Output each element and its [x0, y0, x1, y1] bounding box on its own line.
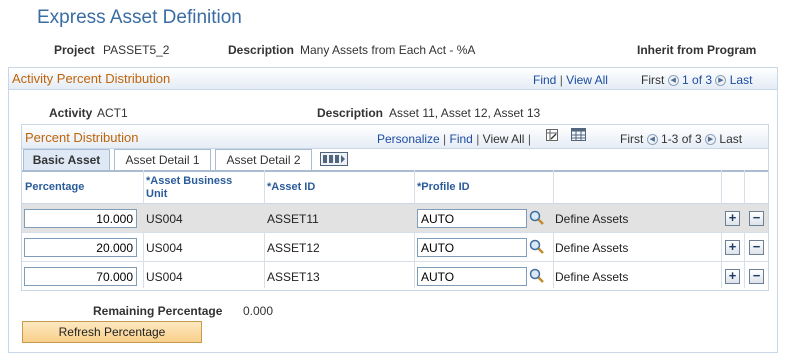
add-row-button[interactable]: +	[725, 211, 740, 226]
activity-description-value: Asset 11, Asset 12, Asset 13	[389, 106, 541, 120]
tab-asset-detail-2[interactable]: Asset Detail 2	[215, 149, 312, 170]
profile-id-input[interactable]	[417, 209, 527, 228]
remaining-percentage-value: 0.000	[243, 304, 274, 318]
asset-id-cell: ASSET12	[267, 241, 320, 255]
distribution-view-all-link[interactable]: View All	[483, 132, 525, 146]
col-header-profile-id[interactable]: *Profile ID	[417, 181, 470, 194]
delete-row-button[interactable]: −	[749, 269, 764, 284]
percent-distribution-title: Percent Distribution	[25, 130, 139, 145]
spreadsheet-icon[interactable]	[571, 128, 586, 141]
chevron-right-icon[interactable]: ▶	[715, 75, 727, 87]
magnifier-icon[interactable]	[529, 268, 545, 284]
distribution-first-label: First	[620, 132, 644, 146]
tab-basic-asset[interactable]: Basic Asset	[23, 149, 110, 170]
activity-description-label: Description	[317, 106, 384, 120]
magnifier-icon[interactable]	[529, 239, 545, 255]
col-header-percentage[interactable]: Percentage	[25, 181, 84, 194]
activity-find-link[interactable]: Find	[533, 73, 556, 87]
grid-header-row	[22, 170, 768, 204]
table-row: US004 ASSET13 Define Assets + −	[22, 262, 768, 291]
refresh-percentage-button[interactable]: Refresh Percentage	[22, 321, 202, 343]
business-unit-cell: US004	[146, 270, 183, 284]
add-row-button[interactable]: +	[725, 240, 740, 255]
grid-icon[interactable]	[546, 129, 558, 141]
percentage-input[interactable]	[24, 209, 137, 228]
define-assets-link[interactable]: Define Assets	[555, 241, 628, 255]
asset-distribution-grid: Percentage *Asset Business Unit *Asset I…	[22, 170, 768, 290]
chevron-left-icon[interactable]: ◀	[646, 134, 658, 146]
description-value: Many Assets from Each Act - %A	[300, 43, 476, 57]
percentage-input[interactable]	[24, 238, 137, 257]
show-all-columns-icon[interactable]	[320, 152, 348, 166]
dist-separator-3: |	[527, 132, 531, 146]
dist-separator-2: |	[476, 132, 480, 146]
distribution-pager: 1-3 of 3	[661, 132, 702, 146]
asset-id-cell: ASSET13	[267, 270, 320, 284]
profile-id-input[interactable]	[417, 267, 527, 286]
business-unit-cell: US004	[146, 241, 183, 255]
activity-view-all-link[interactable]: View All	[566, 73, 608, 87]
add-row-button[interactable]: +	[725, 269, 740, 284]
table-row: US004 ASSET12 Define Assets + −	[22, 233, 768, 262]
activity-label: Activity	[49, 106, 93, 120]
inherit-from-program-label: Inherit from Program	[637, 43, 757, 57]
define-assets-link[interactable]: Define Assets	[555, 212, 628, 226]
business-unit-cell: US004	[146, 212, 183, 226]
delete-row-button[interactable]: −	[749, 211, 764, 226]
profile-id-input[interactable]	[417, 238, 527, 257]
activity-panel-title: Activity Percent Distribution	[12, 71, 171, 86]
activity-pager: 1 of 3	[682, 73, 713, 87]
table-row: US004 ASSET11 Define Assets + −	[22, 204, 768, 233]
chevron-left-icon[interactable]: ◀	[667, 75, 679, 87]
distribution-last-label: Last	[719, 132, 743, 146]
remaining-percentage-label: Remaining Percentage	[93, 304, 223, 318]
personalize-link[interactable]: Personalize	[377, 132, 440, 146]
chevron-right-icon[interactable]: ▶	[705, 134, 717, 146]
tab-asset-detail-1[interactable]: Asset Detail 1	[114, 149, 211, 170]
distribution-find-link[interactable]: Find	[450, 132, 473, 146]
description-label: Description	[228, 43, 295, 57]
project-label: Project	[54, 43, 95, 57]
percentage-input[interactable]	[24, 267, 137, 286]
col-header-business-unit[interactable]: *Asset Business Unit	[146, 175, 256, 201]
page-title: Express Asset Definition	[37, 7, 242, 28]
magnifier-icon[interactable]	[529, 210, 545, 226]
activity-value: ACT1	[97, 106, 128, 120]
activity-separator: |	[559, 73, 563, 87]
asset-id-cell: ASSET11	[267, 212, 319, 226]
activity-last-link[interactable]: Last	[730, 73, 753, 87]
col-header-asset-id[interactable]: *Asset ID	[267, 181, 315, 194]
dist-separator-1: |	[443, 132, 447, 146]
project-value: PASSET5_2	[103, 43, 170, 57]
activity-first-label: First	[641, 73, 665, 87]
delete-row-button[interactable]: −	[749, 240, 764, 255]
define-assets-link[interactable]: Define Assets	[555, 270, 628, 284]
